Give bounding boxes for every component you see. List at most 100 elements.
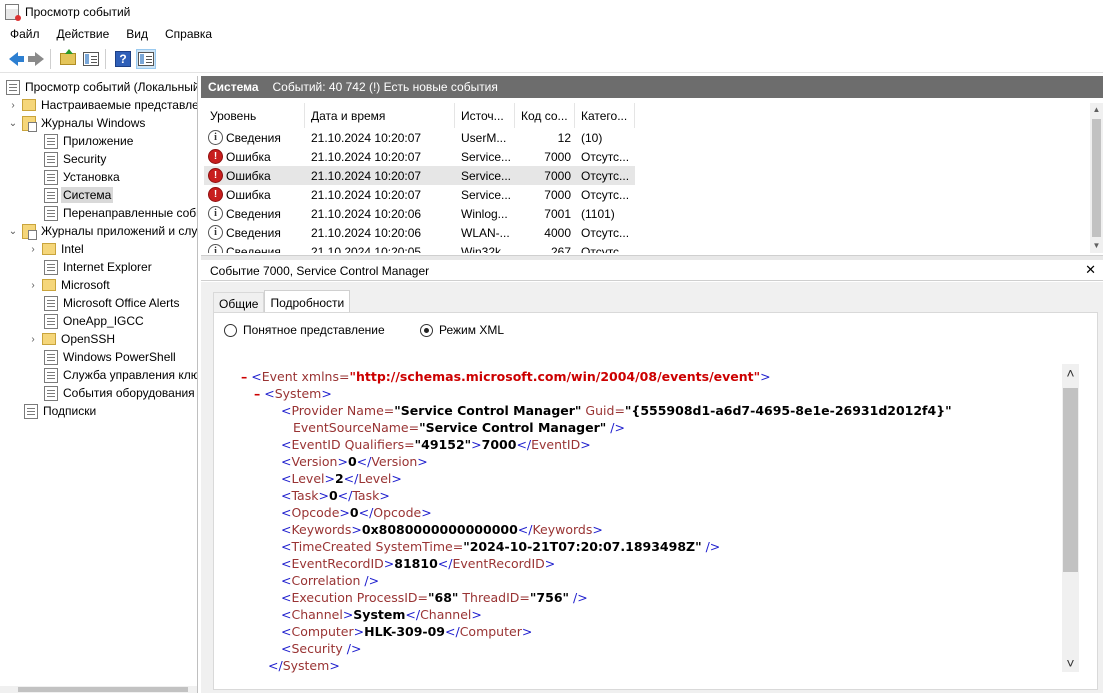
event-source-cell: Service...	[461, 149, 512, 164]
chevron-down-icon[interactable]: ⌄	[8, 226, 18, 237]
event-row[interactable]: ! Ошибка 21.10.2024 10:20:07 Service... 7000…	[204, 166, 635, 185]
log-header-bar: Система Событий: 40 742 (!) Есть новые с…	[201, 76, 1103, 98]
column-header-source[interactable]: Источ...	[455, 103, 515, 128]
radio-xml-view[interactable]: Режим XML	[420, 323, 504, 337]
scroll-down-icon[interactable]: ▼	[1090, 239, 1103, 253]
tree-item-windows-logs[interactable]: ⌄ Журналы Windows	[8, 114, 145, 132]
log-name: Система	[208, 80, 259, 94]
chevron-right-icon[interactable]: ›	[28, 334, 38, 345]
tree-item-microsoft[interactable]: › Microsoft	[28, 276, 109, 294]
event-row[interactable]: i Сведения 21.10.2024 10:20:06 WLAN-... 4000…	[204, 223, 635, 242]
tree-item-openssh[interactable]: › OpenSSH	[28, 330, 115, 348]
help-icon: ?	[115, 50, 131, 67]
pane-splitter[interactable]	[201, 255, 1103, 260]
chevron-right-icon[interactable]: ›	[28, 244, 38, 255]
title-bar: Просмотр событий	[0, 0, 1103, 24]
tree-item-office-alerts[interactable]: Microsoft Office Alerts	[44, 294, 179, 312]
tree-item-setup[interactable]: Установка	[44, 168, 120, 186]
radio-button[interactable]	[224, 323, 237, 337]
event-level-cell: ! Ошибка	[208, 147, 305, 166]
radio-friendly-view[interactable]: Понятное представление	[224, 323, 385, 337]
menu-action[interactable]: Действие	[50, 27, 117, 41]
xml-line-provider: < Provider Name= "Service Control Manager"…	[281, 403, 952, 418]
menu-view[interactable]: Вид	[119, 27, 155, 41]
event-level-cell: i Сведения	[208, 223, 305, 242]
event-date-cell: 21.10.2024 10:20:07	[311, 187, 422, 202]
tree-item-custom-views[interactable]: › Настраиваемые представления	[8, 96, 197, 114]
tree-item-internet-explorer[interactable]: Internet Explorer	[44, 258, 152, 276]
xml-line-time-created: < TimeCreated SystemTime= "2024-10-21T07:2…	[281, 539, 721, 554]
up-one-level-button[interactable]	[58, 48, 78, 69]
column-header-level[interactable]: Уровень	[204, 103, 305, 128]
event-row[interactable]: i Сведения 21.10.2024 10:20:06 Winlog... 700…	[204, 204, 635, 223]
show-hide-tree-button[interactable]	[81, 49, 101, 69]
event-source-cell: Winlog...	[461, 206, 508, 221]
tree-horizontal-scrollbar[interactable]	[0, 686, 197, 693]
tree-item-application[interactable]: Приложение	[44, 132, 133, 150]
event-date-cell: 21.10.2024 10:20:07	[311, 168, 422, 183]
info-icon: i	[208, 225, 223, 240]
event-row[interactable]: ! Ошибка 21.10.2024 10:20:07 Service... 7000…	[204, 147, 635, 166]
column-header-event-id[interactable]: Код со...	[515, 103, 575, 128]
event-row[interactable]: i Сведения 21.10.2024 10:20:07 UserM... 12 (1…	[204, 128, 635, 147]
event-id-cell: 4000	[544, 225, 571, 240]
event-id-cell: 7000	[544, 149, 571, 164]
xml-line-version: < Version >0 </Version >	[281, 454, 428, 469]
show-hide-tree-icon	[83, 51, 99, 66]
tree-item-windows-powershell[interactable]: Windows PowerShell	[44, 348, 176, 366]
tree-item-security[interactable]: Security	[44, 150, 106, 168]
help-button[interactable]: ?	[113, 49, 133, 69]
event-row[interactable]: i Сведения 21.10.2024 10:20:05 Win32k 267 Отс…	[204, 242, 635, 253]
subscriptions-icon	[24, 403, 38, 419]
tree-item-root[interactable]: Просмотр событий (Локальный)	[6, 78, 197, 96]
event-list-scrollbar[interactable]: ▲ ▼	[1090, 103, 1103, 253]
radio-button-checked[interactable]	[420, 323, 433, 337]
event-level-cell: i Сведения	[208, 242, 305, 253]
xml-line-event-source-name: EventSourceName= "Service Control Manager…	[293, 420, 625, 435]
tree-item-forwarded-events[interactable]: Перенаправленные события	[44, 204, 197, 222]
scroll-up-icon[interactable]: ▲	[1090, 103, 1103, 117]
tree-item-hardware-events[interactable]: События оборудования	[44, 384, 195, 402]
xml-view-scrollbar[interactable]: ˄ ˅	[1062, 364, 1079, 672]
log-icon	[44, 295, 58, 311]
chevron-right-icon[interactable]: ›	[8, 100, 18, 111]
log-event-count: Событий: 40 742 (!) Есть новые события	[272, 80, 498, 94]
event-source-cell: UserM...	[461, 130, 507, 145]
tree-item-oneapp-igcc[interactable]: OneApp_IGCC	[44, 312, 144, 330]
tree-item-subscriptions[interactable]: Подписки	[24, 402, 96, 420]
menu-file[interactable]: Файл	[3, 27, 47, 41]
scrollbar-thumb[interactable]	[18, 687, 188, 692]
close-icon[interactable]: ✕	[1085, 262, 1096, 278]
event-id-cell: 7001	[544, 206, 571, 221]
forward-button[interactable]	[26, 49, 46, 69]
log-icon	[44, 205, 58, 221]
chevron-up-icon[interactable]: ˄	[1062, 364, 1079, 382]
tab-details[interactable]: Подробности	[264, 290, 351, 314]
tree-item-apps-services-logs[interactable]: ⌄ Журналы приложений и служб	[8, 222, 197, 240]
menu-help[interactable]: Справка	[158, 27, 219, 41]
chevron-right-icon[interactable]: ›	[28, 280, 38, 291]
chevron-down-icon[interactable]: ⌄	[8, 118, 18, 129]
tree-item-intel[interactable]: › Intel	[28, 240, 83, 258]
show-hide-action-pane-icon	[138, 51, 154, 66]
tab-general[interactable]: Общие	[213, 292, 265, 314]
back-button[interactable]	[3, 49, 24, 69]
column-header-category[interactable]: Катего...	[575, 103, 635, 128]
xml-view[interactable]: – < Event xmlns= "http://schemas.microsoft…	[231, 353, 1062, 673]
log-icon	[44, 133, 58, 149]
scrollbar-thumb[interactable]	[1092, 119, 1101, 237]
error-icon: !	[208, 168, 223, 183]
chevron-down-icon[interactable]: ˅	[1062, 654, 1079, 672]
event-row[interactable]: ! Ошибка 21.10.2024 10:20:07 Service... 7000…	[204, 185, 635, 204]
xml-line-record-id: < EventRecordID >81810 </EventRecordID >	[281, 556, 556, 571]
scrollbar-thumb[interactable]	[1063, 388, 1078, 572]
show-hide-action-pane-button[interactable]	[136, 48, 156, 69]
column-header-datetime[interactable]: Дата и время	[305, 103, 455, 128]
event-date-cell: 21.10.2024 10:20:07	[311, 130, 422, 145]
tree-item-key-management[interactable]: Служба управления ключами	[44, 366, 197, 384]
tree-item-system[interactable]: Система	[44, 186, 114, 204]
toolbar-separator	[105, 48, 106, 69]
event-source-cell: WLAN-...	[461, 225, 510, 240]
event-level-cell: i Сведения	[208, 204, 305, 223]
event-category-cell: (10)	[581, 130, 603, 145]
